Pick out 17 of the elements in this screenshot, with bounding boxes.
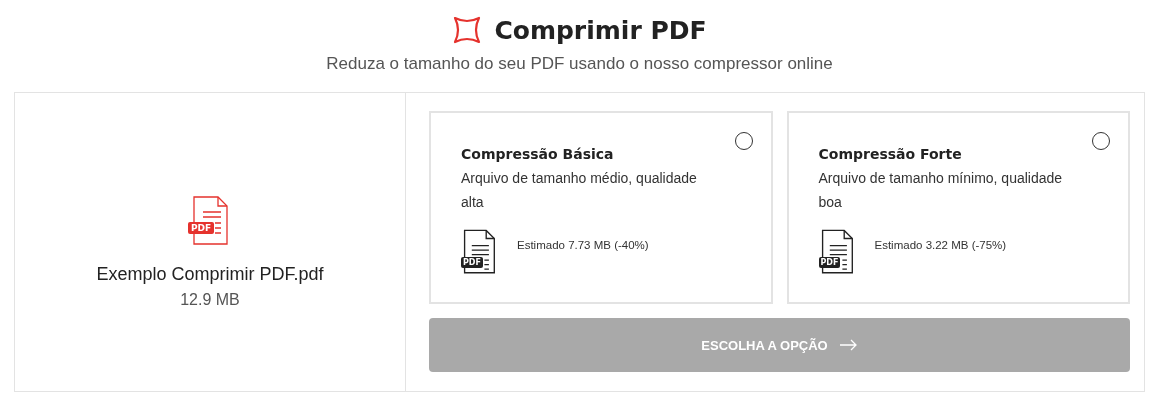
arrow-right-icon xyxy=(839,339,858,351)
option-description: Arquivo de tamanho médio, qualidade alta xyxy=(461,169,698,212)
size-estimate: Estimado 3.22 MB (-75%) xyxy=(874,239,1007,251)
pdf-file-icon: PDF xyxy=(461,228,497,276)
option-description: Arquivo de tamanho mínimo, qualidade boa xyxy=(818,169,1064,212)
option-title: Compressão Básica xyxy=(461,146,615,162)
page-subtitle: Reduza o tamanho do seu PDF usando o nosso compressor online xyxy=(325,54,834,74)
pdf-file-icon: PDF xyxy=(818,228,855,276)
size-estimate: Estimado 7.73 MB (-40%) xyxy=(517,239,649,251)
file-size: 12.9 MB xyxy=(180,290,240,309)
logo-icon xyxy=(452,15,483,45)
page-title: Comprimir PDF xyxy=(494,15,707,45)
option-title: Compressão Forte xyxy=(818,146,963,162)
compression-option[interactable]: Compressão Básica Arquivo de tamanho médio, qualidade alta PDF Estimado 7.73 MB (-40%) xyxy=(429,111,773,304)
file-name: Exemplo Comprimir PDF.pdf xyxy=(96,263,324,285)
pdf-file-icon: PDF xyxy=(190,195,230,246)
compression-option[interactable]: Compressão Forte Arquivo de tamanho mínimo, qualidade boa PDF Estimado 3.22 MB (-75%) xyxy=(786,111,1130,304)
